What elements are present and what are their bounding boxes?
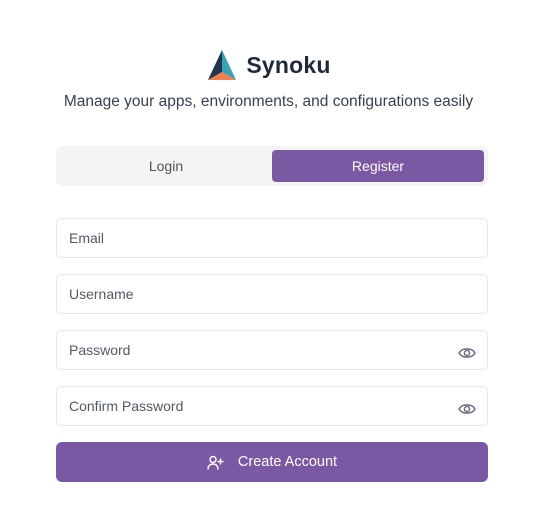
auth-tabs: Login Register — [56, 146, 488, 186]
confirm-password-field-wrapper — [56, 386, 488, 426]
eye-icon[interactable] — [458, 402, 476, 416]
create-account-button[interactable]: Create Account — [56, 442, 488, 482]
password-field[interactable] — [57, 331, 487, 369]
synoku-logo — [208, 50, 237, 80]
username-field[interactable] — [57, 275, 487, 313]
register-card: Synoku Manage your apps, environments, a… — [0, 0, 537, 530]
eye-icon[interactable] — [458, 346, 476, 360]
confirm-password-field[interactable] — [57, 387, 487, 425]
username-field-wrapper — [56, 274, 488, 314]
brand-header: Synoku — [0, 48, 537, 82]
tagline: Manage your apps, environments, and conf… — [63, 93, 474, 110]
create-account-label: Create Account — [237, 454, 338, 470]
email-field[interactable] — [57, 219, 487, 257]
tab-login[interactable]: Login — [60, 150, 272, 182]
user-plus-icon — [207, 455, 224, 470]
email-field-wrapper — [56, 218, 488, 258]
tab-register[interactable]: Register — [272, 150, 484, 182]
brand-name: Synoku — [246, 51, 331, 78]
password-field-wrapper — [56, 330, 488, 370]
